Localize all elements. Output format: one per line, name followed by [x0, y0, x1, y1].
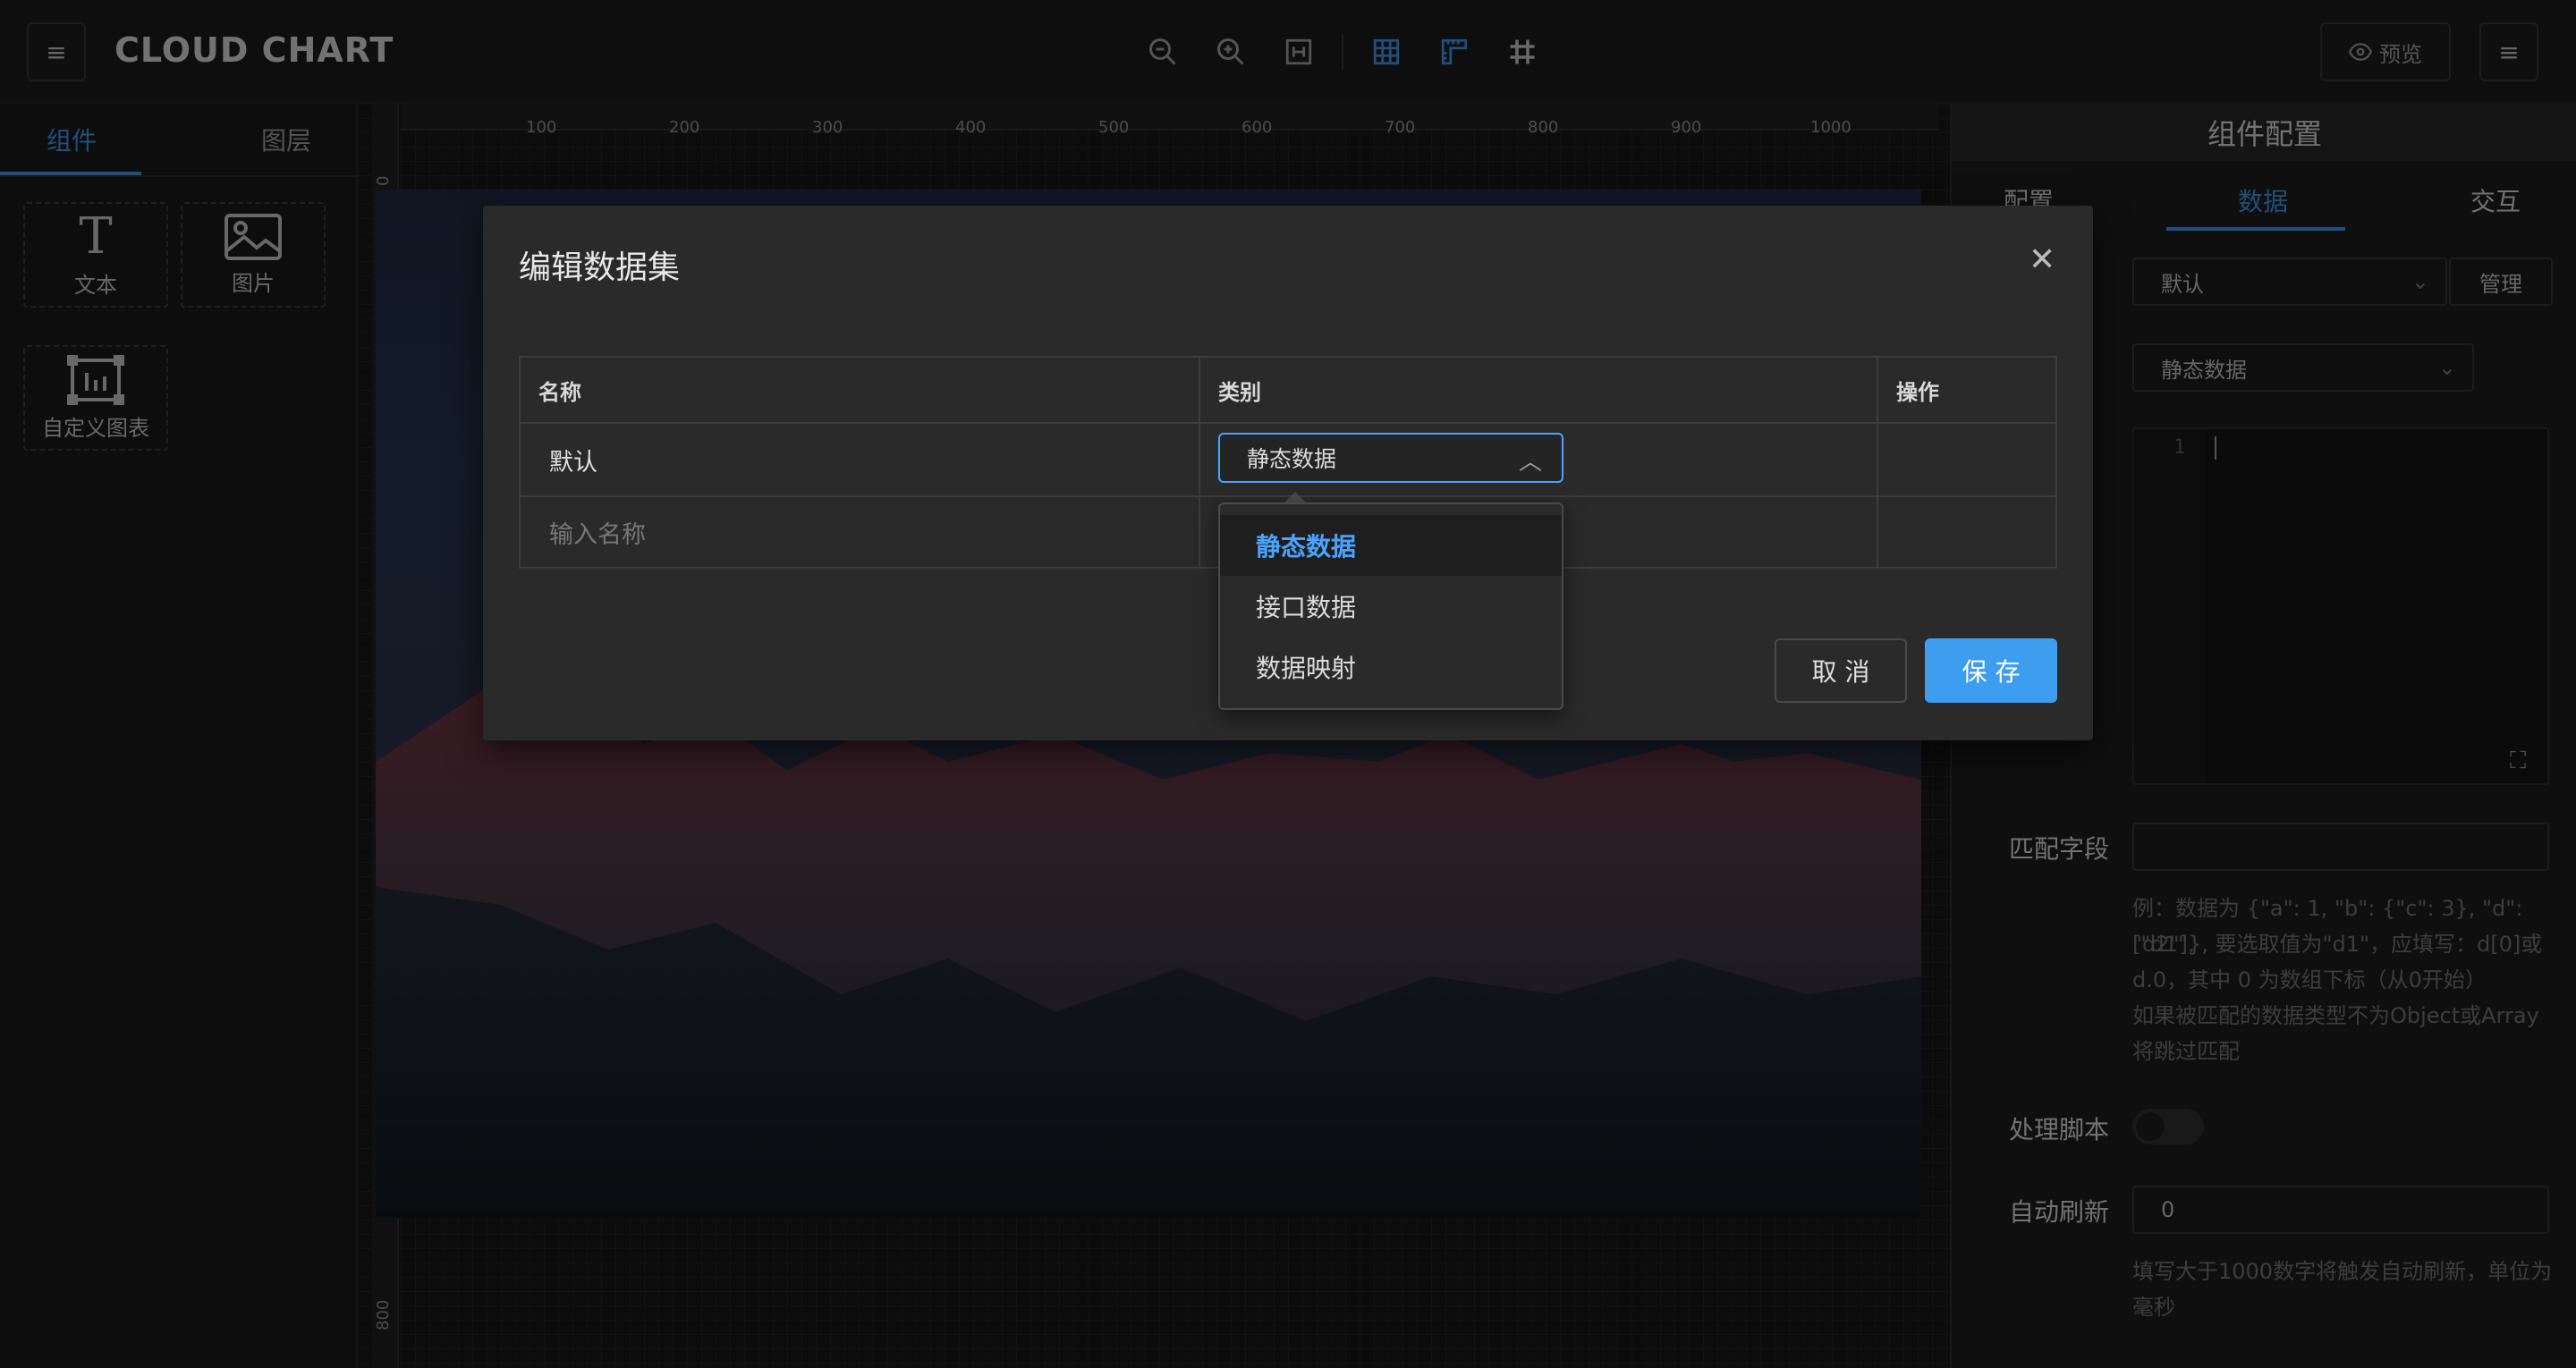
column-header-type: 类别 — [1200, 358, 1878, 424]
type-dropdown-menu: 静态数据 接口数据 数据映射 — [1218, 502, 1563, 710]
row-actions-cell — [1878, 424, 2055, 497]
close-icon[interactable]: ✕ — [2029, 241, 2055, 278]
column-header-name: 名称 — [521, 358, 1200, 424]
dropdown-arrow — [1284, 492, 1306, 502]
dialog-title: 编辑数据集 — [519, 249, 681, 286]
option-api-data[interactable]: 接口数据 — [1220, 576, 1562, 637]
cancel-button[interactable]: 取 消 — [1775, 638, 1907, 703]
save-button[interactable]: 保 存 — [1925, 638, 2057, 703]
chevron-up-icon: ︿ — [1518, 449, 1542, 476]
option-static-data[interactable]: 静态数据 — [1220, 515, 1562, 576]
type-select[interactable]: 静态数据 ︿ — [1218, 433, 1563, 483]
new-name-input[interactable]: 输入名称 — [521, 497, 1200, 567]
new-actions-cell — [1878, 497, 2055, 567]
option-data-mapping[interactable]: 数据映射 — [1220, 637, 1562, 697]
column-header-actions: 操作 — [1878, 358, 2055, 424]
row-name-cell[interactable]: 默认 — [521, 424, 1200, 497]
type-select-value: 静态数据 — [1247, 446, 1337, 472]
